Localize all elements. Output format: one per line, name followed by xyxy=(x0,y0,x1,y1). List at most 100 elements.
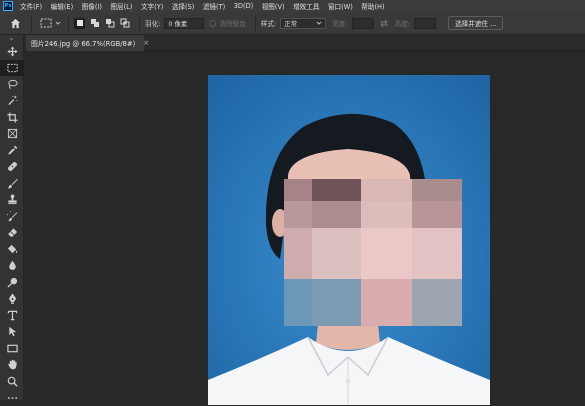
more-tools-button[interactable] xyxy=(0,390,24,406)
frame-tool[interactable] xyxy=(0,126,24,143)
width-input[interactable] xyxy=(352,18,374,29)
options-bar: 羽化: 0 像素 消除锯齿 样式: 正常 宽度: 高度: 选择并遮住 ... xyxy=(0,12,585,35)
mosaic-block xyxy=(361,228,412,279)
add-selection-icon xyxy=(90,18,100,28)
marquee-tool[interactable] xyxy=(0,60,24,77)
frame-icon xyxy=(7,128,18,139)
height-label: 高度: xyxy=(395,18,410,28)
hand-icon xyxy=(7,359,18,370)
chevron-down-icon xyxy=(316,20,322,26)
menu-help[interactable]: 帮助(H) xyxy=(361,1,384,11)
move-icon xyxy=(7,46,18,57)
add-to-selection-button[interactable] xyxy=(89,18,100,29)
antialias-checkbox[interactable] xyxy=(209,20,216,27)
document-tab-bar: 图片246.jpg @ 66.7%(RGB/8#) × xyxy=(24,35,585,51)
feather-label: 羽化: xyxy=(145,18,160,28)
new-selection-icon xyxy=(76,19,84,27)
path-selection-tool[interactable] xyxy=(0,324,24,341)
antialias-label: 消除锯齿 xyxy=(219,18,245,28)
menu-plugins[interactable]: 增效工具 xyxy=(293,1,319,11)
eraser-tool[interactable] xyxy=(0,225,24,242)
pen-tool[interactable] xyxy=(0,291,24,308)
tools-panel: » xyxy=(0,35,24,400)
dodge-icon xyxy=(7,277,18,288)
menu-view[interactable]: 视图(V) xyxy=(262,1,285,11)
mosaic-block xyxy=(312,279,361,326)
menu-type[interactable]: 文字(Y) xyxy=(141,1,163,11)
document-tab[interactable]: 图片246.jpg @ 66.7%(RGB/8#) × xyxy=(26,35,144,51)
healing-brush-tool[interactable] xyxy=(0,159,24,176)
mosaic-block xyxy=(284,179,312,201)
intersect-selection-icon xyxy=(120,18,130,28)
divider xyxy=(31,16,32,31)
zoom-icon xyxy=(7,376,18,387)
mosaic-block xyxy=(312,228,361,279)
crop-tool[interactable] xyxy=(0,109,24,126)
menu-layer[interactable]: 图层(L) xyxy=(110,1,132,11)
home-icon xyxy=(10,18,21,29)
menu-edit[interactable]: 编辑(E) xyxy=(51,1,74,11)
mosaic-block xyxy=(312,179,361,201)
width-label: 宽度: xyxy=(332,18,347,28)
pen-icon xyxy=(7,293,18,304)
magic-wand-icon xyxy=(7,95,18,106)
more-icon xyxy=(7,396,18,400)
blur-tool[interactable] xyxy=(0,258,24,275)
mosaic-block xyxy=(412,228,462,279)
image-canvas[interactable] xyxy=(208,75,490,405)
clone-stamp-icon xyxy=(7,194,18,205)
paint-bucket-tool[interactable] xyxy=(0,241,24,258)
select-and-mask-button[interactable]: 选择并遮住 ... xyxy=(448,16,503,30)
subtract-from-selection-button[interactable] xyxy=(104,18,115,29)
mosaic-block xyxy=(361,279,412,326)
mosaic-block xyxy=(412,279,462,326)
portrait-photo xyxy=(208,75,490,405)
eyedropper-tool[interactable] xyxy=(0,142,24,159)
toolbar-collapse-handle[interactable]: » xyxy=(0,35,23,43)
style-dropdown[interactable]: 正常 xyxy=(280,18,326,29)
dodge-tool[interactable] xyxy=(0,274,24,291)
mosaic-block xyxy=(361,179,412,201)
new-selection-button[interactable] xyxy=(74,18,85,29)
rectangular-marquee-icon xyxy=(40,18,52,28)
move-tool[interactable] xyxy=(0,43,24,60)
rectangle-tool[interactable] xyxy=(0,340,24,357)
healing-brush-icon xyxy=(7,161,18,172)
divider xyxy=(255,16,256,31)
zoom-tool[interactable] xyxy=(0,373,24,390)
type-tool[interactable] xyxy=(0,307,24,324)
intersect-selection-button[interactable] xyxy=(119,18,130,29)
mosaic-block xyxy=(412,179,462,201)
path-selection-icon xyxy=(7,326,18,337)
menu-window[interactable]: 窗口(W) xyxy=(328,1,353,11)
mosaic-block xyxy=(284,228,312,279)
tool-preset-picker[interactable] xyxy=(37,16,63,30)
clone-stamp-tool[interactable] xyxy=(0,192,24,209)
type-icon xyxy=(7,310,18,321)
hand-tool[interactable] xyxy=(0,357,24,374)
crop-icon xyxy=(7,112,18,123)
menu-image[interactable]: 图像(I) xyxy=(82,1,102,11)
brush-tool[interactable] xyxy=(0,175,24,192)
close-icon[interactable]: × xyxy=(143,39,149,47)
home-button[interactable] xyxy=(4,12,26,34)
swap-width-height-icon[interactable] xyxy=(379,19,389,28)
eraser-icon xyxy=(7,227,18,238)
history-brush-tool[interactable] xyxy=(0,208,24,225)
mosaic-block xyxy=(284,279,312,326)
menu-filter[interactable]: 滤镜(T) xyxy=(203,1,225,11)
select-and-mask-label: 选择并遮住 ... xyxy=(455,18,496,28)
brush-icon xyxy=(7,178,18,189)
menu-select[interactable]: 选择(S) xyxy=(172,1,195,11)
height-input[interactable] xyxy=(414,18,436,29)
feather-input[interactable]: 0 像素 xyxy=(164,18,204,29)
menu-3d[interactable]: 3D(D) xyxy=(234,2,254,10)
paint-bucket-icon xyxy=(7,244,18,255)
document-tab-title: 图片246.jpg @ 66.7%(RGB/8#) xyxy=(31,38,135,48)
divider xyxy=(139,16,140,31)
magic-wand-tool[interactable] xyxy=(0,93,24,110)
lasso-tool[interactable] xyxy=(0,76,24,93)
photoshop-logo[interactable]: Ps xyxy=(3,1,13,11)
menu-file[interactable]: 文件(F) xyxy=(20,1,42,11)
mosaic-blur xyxy=(284,179,462,326)
